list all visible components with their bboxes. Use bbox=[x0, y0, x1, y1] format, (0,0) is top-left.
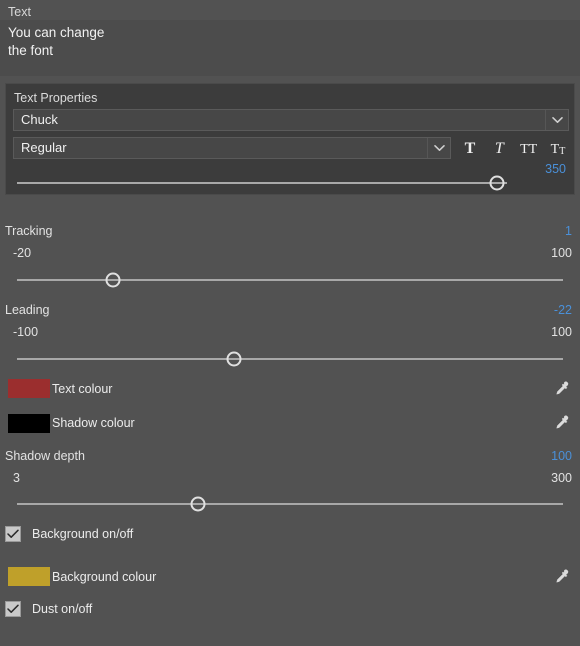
font-family-value: Chuck bbox=[21, 112, 58, 127]
leading-min: -100 bbox=[13, 325, 39, 339]
checkbox-box[interactable] bbox=[5, 526, 21, 542]
checkbox-box[interactable] bbox=[5, 601, 21, 617]
font-size-slider-track[interactable] bbox=[17, 182, 507, 184]
tracking-min: -20 bbox=[13, 246, 32, 260]
leading-label: Leading bbox=[5, 303, 50, 317]
font-style-value: Regular bbox=[21, 140, 67, 155]
eyedropper-icon[interactable] bbox=[549, 410, 575, 436]
text-input[interactable] bbox=[0, 20, 580, 76]
bold-button[interactable]: T bbox=[458, 137, 482, 159]
tracking-slider-knob[interactable] bbox=[105, 272, 121, 288]
shadow-depth-slider[interactable] bbox=[0, 496, 580, 512]
check-icon bbox=[7, 604, 19, 613]
background-colour-label: Background colour bbox=[52, 570, 157, 584]
leading-slider[interactable] bbox=[0, 351, 580, 367]
font-size-slider-knob[interactable] bbox=[489, 175, 505, 191]
text-editor-label: Text bbox=[8, 5, 31, 19]
dust-toggle-label: Dust on/off bbox=[32, 602, 93, 616]
italic-button[interactable]: T bbox=[487, 137, 511, 159]
tracking-slider-track[interactable] bbox=[17, 279, 563, 281]
shadow-depth-value: 100 bbox=[551, 449, 572, 463]
shadow-depth-min: 3 bbox=[13, 471, 20, 485]
small-caps-button[interactable]: TT bbox=[546, 137, 570, 159]
shadow-depth-label: Shadow depth bbox=[5, 449, 85, 463]
font-style-buttons: T T TT TT bbox=[458, 137, 570, 159]
chevron-down-icon[interactable] bbox=[427, 138, 450, 158]
check-icon bbox=[7, 529, 19, 538]
font-family-dropdown[interactable]: Chuck bbox=[13, 109, 569, 131]
text-properties-title: Text Properties bbox=[14, 91, 98, 105]
font-size-value: 350 bbox=[545, 162, 566, 176]
small-caps-large-glyph: T bbox=[550, 142, 560, 157]
leading-slider-track[interactable] bbox=[17, 358, 563, 360]
shadow-depth-max: 300 bbox=[551, 471, 572, 485]
leading-slider-knob[interactable] bbox=[226, 351, 242, 367]
shadow-colour-label: Shadow colour bbox=[52, 416, 135, 430]
shadow-depth-slider-track[interactable] bbox=[17, 503, 563, 505]
leading-value: -22 bbox=[553, 303, 572, 317]
tracking-value: 1 bbox=[565, 224, 572, 238]
small-caps-small-glyph: T bbox=[559, 146, 566, 157]
font-size-slider[interactable] bbox=[0, 175, 580, 191]
all-caps-button[interactable]: TT bbox=[517, 137, 541, 159]
font-style-dropdown[interactable]: Regular bbox=[13, 137, 451, 159]
eyedropper-icon[interactable] bbox=[549, 564, 575, 590]
leading-max: 100 bbox=[551, 325, 572, 339]
tracking-label: Tracking bbox=[5, 224, 53, 238]
shadow-colour-swatch[interactable] bbox=[8, 414, 50, 433]
tracking-slider[interactable] bbox=[0, 272, 580, 288]
chevron-down-icon[interactable] bbox=[545, 110, 568, 130]
dust-toggle-checkbox[interactable]: Dust on/off bbox=[5, 599, 92, 619]
tracking-max: 100 bbox=[551, 246, 572, 260]
background-colour-swatch[interactable] bbox=[8, 567, 50, 586]
eyedropper-icon[interactable] bbox=[549, 376, 575, 402]
background-toggle-checkbox[interactable]: Background on/off bbox=[5, 524, 133, 544]
text-colour-swatch[interactable] bbox=[8, 379, 50, 398]
shadow-depth-slider-knob[interactable] bbox=[190, 496, 206, 512]
text-colour-label: Text colour bbox=[52, 382, 113, 396]
background-toggle-label: Background on/off bbox=[32, 527, 134, 541]
